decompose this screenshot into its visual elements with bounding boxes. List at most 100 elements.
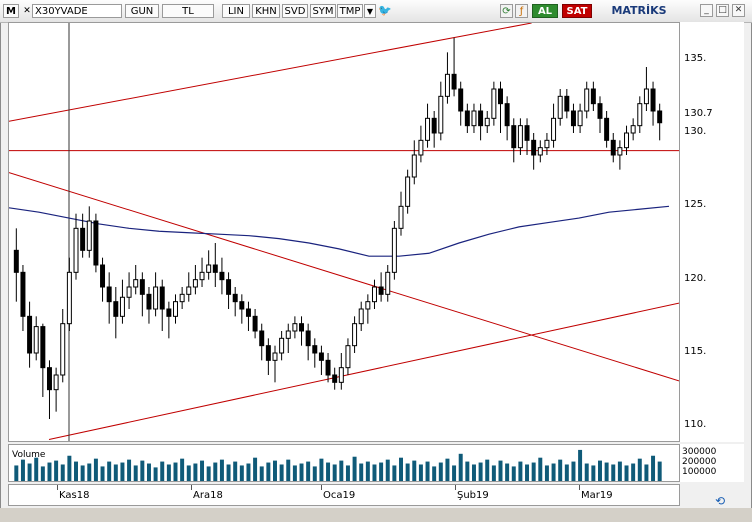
candle-body [484, 117, 490, 127]
volume-bar [80, 465, 85, 481]
candle-body [385, 271, 391, 295]
candle-body [60, 323, 66, 376]
candle-body [305, 330, 311, 347]
candle-body [100, 264, 106, 288]
chart-window: M ✕ X30YVADE GUN TL LIN KHN SVD SYM TMP … [0, 0, 752, 522]
menu-icon[interactable]: M [3, 4, 19, 18]
price-chart[interactable] [8, 22, 680, 442]
volume-bar [219, 459, 224, 481]
candle-body [245, 308, 251, 317]
candle-body [478, 110, 484, 127]
candle-body [332, 374, 338, 383]
volume-bar [226, 464, 231, 481]
volume-bar [279, 464, 284, 481]
time-axis-label: Mar19 [581, 490, 613, 501]
close-icon[interactable]: ✕ [22, 4, 32, 18]
candle-body [279, 337, 285, 354]
candle-body [464, 110, 470, 127]
volume-bar [637, 458, 642, 481]
volume-bar [518, 461, 523, 481]
volume-bar [20, 459, 25, 481]
sym-button[interactable]: SYM [310, 4, 336, 18]
candle-body [86, 220, 92, 251]
toolbar: M ✕ X30YVADE GUN TL LIN KHN SVD SYM TMP … [0, 0, 752, 23]
candle-body [577, 110, 583, 127]
candle-body [564, 95, 570, 112]
formula-icon[interactable]: ƒ [515, 4, 528, 18]
twitter-icon[interactable]: 🐦 [378, 4, 392, 18]
maximize-icon[interactable]: □ [716, 4, 729, 17]
khn-button[interactable]: KHN [252, 4, 280, 18]
candle-body [199, 271, 205, 281]
candle-body [504, 103, 510, 127]
volume-bar [352, 456, 357, 481]
symbol-input[interactable]: X30YVADE [32, 4, 122, 18]
candle-body [119, 296, 125, 317]
volume-bar [372, 464, 377, 481]
period-button[interactable]: GUN [125, 4, 159, 18]
candle-body [471, 110, 477, 127]
time-axis-tick [321, 485, 322, 490]
volume-bar [100, 466, 105, 481]
candle-body [133, 279, 139, 288]
candle-body [511, 125, 517, 149]
volume-bar [332, 464, 337, 481]
candle-body [27, 315, 33, 354]
volume-bar [564, 464, 569, 481]
ascending-trendline [48, 302, 679, 441]
candle-body [33, 326, 39, 354]
volume-bar [14, 465, 19, 481]
price-axis-label: 110. [684, 419, 707, 431]
candle-body [365, 301, 371, 310]
candle-body [53, 374, 59, 391]
volume-bar [571, 461, 576, 481]
buy-button[interactable]: AL [532, 4, 558, 18]
tmp-button[interactable]: TMP [337, 4, 363, 18]
time-axis-tick [57, 485, 58, 490]
candle-body [66, 271, 72, 325]
candle-body [537, 147, 543, 156]
volume-bar [146, 463, 151, 481]
time-axis-label: Şub19 [457, 490, 489, 501]
refresh-icon[interactable]: ⟳ [500, 4, 513, 18]
dropdown-icon[interactable]: ▼ [364, 4, 376, 18]
volume-axis-label: 200000 [682, 457, 717, 467]
volume-bar [133, 465, 138, 481]
volume-bar [531, 462, 536, 481]
scale-lin-button[interactable]: LIN [222, 4, 250, 18]
candle-body [93, 220, 99, 266]
candle-body [498, 88, 503, 105]
volume-bar [47, 462, 52, 481]
candle-body [557, 95, 563, 119]
minimize-icon[interactable]: _ [700, 4, 713, 17]
volume-bar [631, 463, 636, 481]
volume-bar [505, 463, 510, 481]
price-axis-label: 130. [684, 126, 707, 137]
sync-icon[interactable]: ⟲ [700, 494, 740, 508]
volume-bar [624, 465, 629, 481]
candle-body [46, 367, 52, 391]
volume-bar [465, 461, 470, 481]
candle-body [113, 301, 119, 317]
candle-body [13, 249, 19, 273]
svd-button[interactable]: SVD [282, 4, 308, 18]
price-chart-svg[interactable] [9, 23, 679, 441]
currency-button[interactable]: TL [162, 4, 214, 18]
sell-button[interactable]: SAT [562, 4, 592, 18]
volume-bar [432, 466, 437, 481]
price-axis: 135. 130. 125. 120. 115. 110. 130.7 [680, 22, 744, 442]
candle-body [371, 286, 377, 303]
candle-body [265, 345, 271, 361]
candle-body [438, 95, 444, 134]
candle-body [458, 88, 464, 112]
volume-bar [266, 462, 271, 481]
close-window-icon[interactable]: ✕ [732, 4, 745, 17]
candle-body [517, 125, 523, 149]
time-axis-label: Kas18 [59, 490, 90, 501]
volume-bar [74, 461, 78, 481]
candle-body [299, 323, 305, 332]
candle-body [338, 367, 344, 383]
volume-axis-label: 100000 [682, 467, 717, 477]
volume-bar [405, 463, 410, 481]
volume-bar [558, 459, 563, 481]
